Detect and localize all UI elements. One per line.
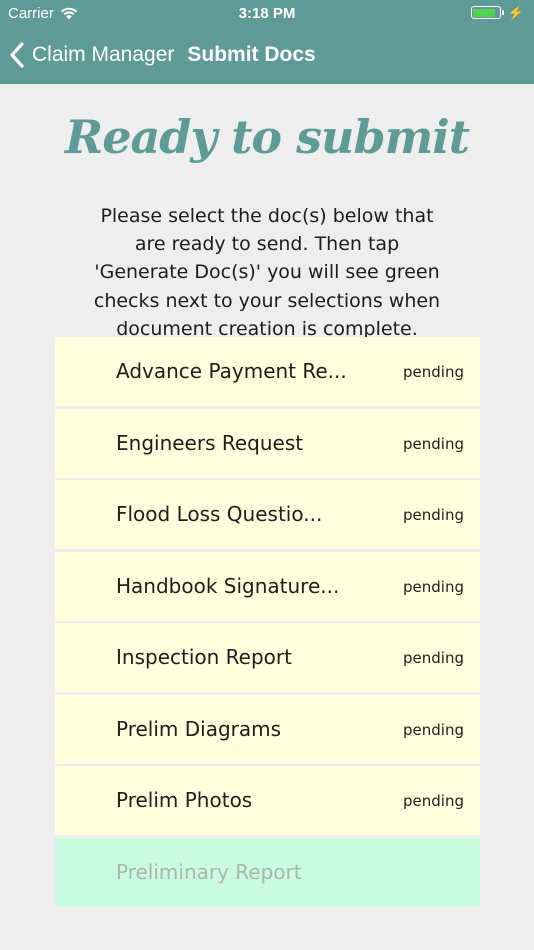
ready-heading: Ready to submit: [64, 110, 470, 164]
chevron-left-icon: [10, 42, 24, 68]
document-status: pending: [403, 363, 464, 381]
document-status: pending: [403, 506, 464, 524]
document-status: pending: [403, 649, 464, 667]
document-name: Prelim Photos: [116, 788, 253, 812]
document-row[interactable]: Preliminary Report: [55, 837, 480, 907]
nav-bar: Claim Manager Submit Docs: [0, 34, 534, 76]
clock-time: 3:18 PM: [238, 5, 296, 22]
document-name: Handbook Signature...: [116, 573, 340, 598]
document-status: pending: [403, 720, 464, 739]
document-name: Inspection Report: [116, 645, 292, 669]
charging-bolt-icon: ⚡: [507, 5, 524, 20]
document-name: Engineers Request: [116, 430, 304, 455]
document-row[interactable]: Prelim Diagrams pending: [55, 694, 480, 764]
document-name: Advance Payment Re...: [116, 359, 347, 383]
document-row[interactable]: Flood Loss Questio... pending: [55, 480, 480, 549]
document-name: Prelim Diagrams: [116, 716, 282, 741]
document-list: Advance Payment Re... pending Engineers …: [55, 337, 480, 909]
document-status: pending: [403, 577, 464, 596]
page-title: Submit Docs: [187, 43, 316, 66]
document-name: Flood Loss Questio...: [116, 502, 323, 526]
status-bar: Carrier 3:18 PM ⚡: [0, 0, 534, 28]
back-button-label: Claim Manager: [32, 43, 175, 66]
battery-charging-icon: ⚡: [470, 5, 524, 20]
document-status: pending: [403, 792, 464, 810]
document-row[interactable]: Handbook Signature... pending: [55, 551, 480, 621]
document-name: Preliminary Report: [116, 859, 302, 884]
back-button[interactable]: Claim Manager: [10, 42, 174, 68]
navigation-header: Carrier 3:18 PM ⚡ Claim Manager Submit D…: [0, 0, 534, 84]
document-status: pending: [403, 434, 464, 453]
document-row[interactable]: Engineers Request pending: [55, 408, 480, 478]
document-row[interactable]: Advance Payment Re... pending: [55, 337, 480, 406]
document-row[interactable]: Prelim Photos pending: [55, 766, 480, 835]
document-row[interactable]: Inspection Report pending: [55, 623, 480, 692]
